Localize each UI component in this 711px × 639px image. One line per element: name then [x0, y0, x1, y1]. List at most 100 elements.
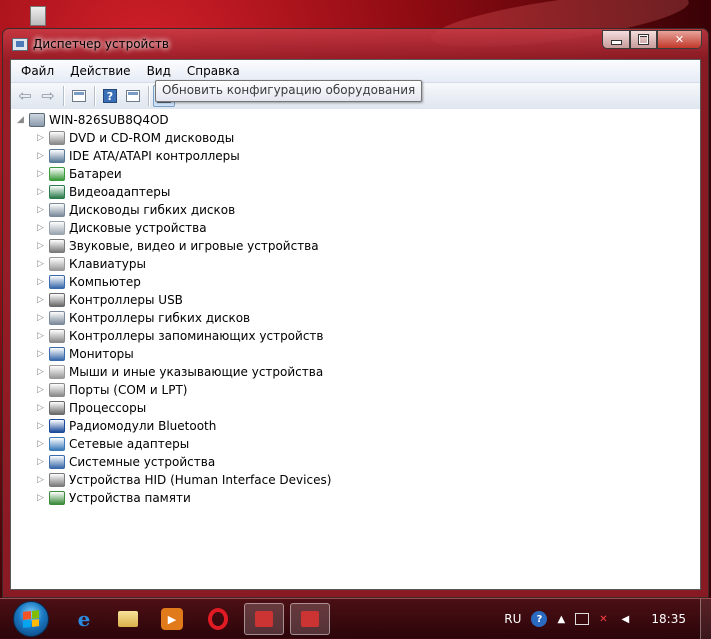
- expand-arrow-icon[interactable]: ▷: [36, 349, 45, 359]
- tree-item[interactable]: ▷ Компьютер: [36, 273, 141, 291]
- minimize-button[interactable]: [602, 30, 630, 49]
- expand-arrow-icon[interactable]: ▷: [36, 475, 45, 485]
- ide-controller-icon: [49, 149, 65, 163]
- collapse-arrow-icon[interactable]: ◢: [16, 115, 25, 125]
- toolbar-separator: [94, 86, 96, 106]
- minimize-icon: [610, 40, 622, 45]
- back-button[interactable]: ⇦: [14, 85, 36, 107]
- tree-item[interactable]: ▷ Порты (COM и LPT): [36, 381, 187, 399]
- expand-arrow-icon[interactable]: ▷: [36, 133, 45, 143]
- tree-item[interactable]: ▷ Процессоры: [36, 399, 146, 417]
- root-computer-name: WIN-826SUB8Q4OD: [49, 113, 169, 127]
- expand-arrow-icon[interactable]: ▷: [36, 241, 45, 251]
- tree-item[interactable]: ▷ DVD и CD-ROM дисководы: [36, 129, 234, 147]
- help-button[interactable]: ?: [99, 85, 121, 107]
- taskbar: e ▶ RU ? ▲ ✕ ◀ 18:35: [0, 598, 711, 639]
- expand-arrow-icon[interactable]: ▷: [36, 313, 45, 323]
- tree-item[interactable]: ▷ Сетевые адаптеры: [36, 435, 189, 453]
- taskbar-internet-explorer[interactable]: e: [64, 603, 104, 635]
- storage-controller-icon: [49, 329, 65, 343]
- expand-arrow-icon[interactable]: ▷: [36, 421, 45, 431]
- usb-icon: [49, 293, 65, 307]
- taskbar-opera[interactable]: [198, 603, 238, 635]
- title-bar[interactable]: Диспетчер устройств ✕: [3, 29, 708, 59]
- tree-item-label: Порты (COM и LPT): [69, 383, 188, 397]
- expand-arrow-icon[interactable]: ▷: [36, 259, 45, 269]
- device-manager-app-icon[interactable]: [12, 38, 28, 51]
- taskbar-media-player[interactable]: ▶: [152, 603, 192, 635]
- back-arrow-icon: ⇦: [18, 86, 32, 105]
- expand-arrow-icon[interactable]: ▷: [36, 439, 45, 449]
- tree-item[interactable]: ▷ Радиомодули Bluetooth: [36, 417, 216, 435]
- expand-arrow-icon[interactable]: ▷: [36, 493, 45, 503]
- action-center-icon[interactable]: [575, 613, 590, 625]
- menu-file[interactable]: Файл: [11, 60, 62, 82]
- tree-item-label: Видеоадаптеры: [69, 185, 171, 199]
- tree-item-label: Дисковые устройства: [69, 221, 207, 235]
- expand-arrow-icon[interactable]: ▷: [36, 385, 45, 395]
- properties-icon: [126, 90, 140, 102]
- expand-arrow-icon[interactable]: ▷: [36, 205, 45, 215]
- tree-item[interactable]: ▷ Контроллеры USB: [36, 291, 183, 309]
- network-disconnected-icon[interactable]: ✕: [595, 611, 611, 627]
- show-hidden-icons-icon[interactable]: ▲: [553, 611, 569, 627]
- menu-help[interactable]: Справка: [179, 60, 248, 82]
- expand-arrow-icon[interactable]: ▷: [36, 277, 45, 287]
- expand-arrow-icon[interactable]: ▷: [36, 187, 45, 197]
- menu-action[interactable]: Действие: [62, 60, 138, 82]
- help-tray-icon[interactable]: ?: [531, 611, 548, 627]
- device-manager-taskbar-icon: [255, 611, 273, 627]
- tree-item[interactable]: ▷ Мыши и иные указывающие устройства: [36, 363, 323, 381]
- show-hide-console-tree-button[interactable]: [68, 85, 90, 107]
- device-manager-window: Диспетчер устройств ✕ Файл Действие Вид …: [2, 28, 709, 598]
- expand-arrow-icon[interactable]: ▷: [36, 295, 45, 305]
- tree-item[interactable]: ▷ Дисководы гибких дисков: [36, 201, 235, 219]
- expand-arrow-icon[interactable]: ▷: [36, 403, 45, 413]
- properties-button[interactable]: [122, 85, 144, 107]
- device-tree[interactable]: ◢ WIN-826SUB8Q4OD ▷ DVD и CD-ROM дисковод…: [11, 109, 700, 589]
- tree-item-label: Батареи: [69, 167, 122, 181]
- disk-drive-icon: [49, 221, 65, 235]
- start-button[interactable]: [13, 601, 49, 637]
- windows-logo-icon: [23, 610, 39, 628]
- maximize-button[interactable]: [630, 30, 657, 49]
- tree-item[interactable]: ▷ Устройства памяти: [36, 489, 191, 507]
- close-button[interactable]: ✕: [657, 30, 702, 49]
- tree-item[interactable]: ▷ Устройства HID (Human Interface Devices…: [36, 471, 331, 489]
- expand-arrow-icon[interactable]: ▷: [36, 169, 45, 179]
- expand-arrow-icon[interactable]: ▷: [36, 457, 45, 467]
- tree-item[interactable]: ▷ Контроллеры запоминающих устройств: [36, 327, 323, 345]
- clock[interactable]: 18:35: [651, 612, 686, 626]
- tree-item[interactable]: ▷ Мониторы: [36, 345, 134, 363]
- recycle-bin-icon[interactable]: [30, 6, 46, 26]
- tree-item[interactable]: ▷ Звуковые, видео и игровые устройства: [36, 237, 319, 255]
- taskbar-device-manager-2[interactable]: [290, 603, 330, 635]
- tree-item[interactable]: ▷ Батареи: [36, 165, 122, 183]
- taskbar-device-manager-1[interactable]: [244, 603, 284, 635]
- volume-icon[interactable]: ◀: [617, 611, 633, 627]
- forward-button[interactable]: ⇨: [37, 85, 59, 107]
- expand-arrow-icon[interactable]: ▷: [36, 331, 45, 341]
- media-player-icon: ▶: [161, 608, 183, 630]
- language-indicator[interactable]: RU: [504, 612, 521, 626]
- bluetooth-icon: [49, 419, 65, 433]
- console-tree-icon: [72, 90, 86, 102]
- tree-item[interactable]: ▷ Системные устройства: [36, 453, 215, 471]
- window-title: Диспетчер устройств: [33, 37, 170, 51]
- menu-view[interactable]: Вид: [139, 60, 179, 82]
- tree-root[interactable]: ◢ WIN-826SUB8Q4OD: [16, 111, 169, 129]
- tree-item[interactable]: ▷ IDE ATA/ATAPI контроллеры: [36, 147, 240, 165]
- tree-item[interactable]: ▷ Дисковые устройства: [36, 219, 207, 237]
- forward-arrow-icon: ⇨: [41, 86, 55, 105]
- tree-item[interactable]: ▷ Контроллеры гибких дисков: [36, 309, 250, 327]
- caption-buttons: ✕: [602, 30, 702, 49]
- show-desktop-button[interactable]: [700, 599, 711, 639]
- tree-item[interactable]: ▷ Видеоадаптеры: [36, 183, 170, 201]
- expand-arrow-icon[interactable]: ▷: [36, 151, 45, 161]
- expand-arrow-icon[interactable]: ▷: [36, 223, 45, 233]
- tree-item[interactable]: ▷ Клавиатуры: [36, 255, 146, 273]
- taskbar-explorer[interactable]: [108, 603, 148, 635]
- help-icon: ?: [103, 89, 117, 103]
- expand-arrow-icon[interactable]: ▷: [36, 367, 45, 377]
- tree-item-label: Устройства памяти: [69, 491, 191, 505]
